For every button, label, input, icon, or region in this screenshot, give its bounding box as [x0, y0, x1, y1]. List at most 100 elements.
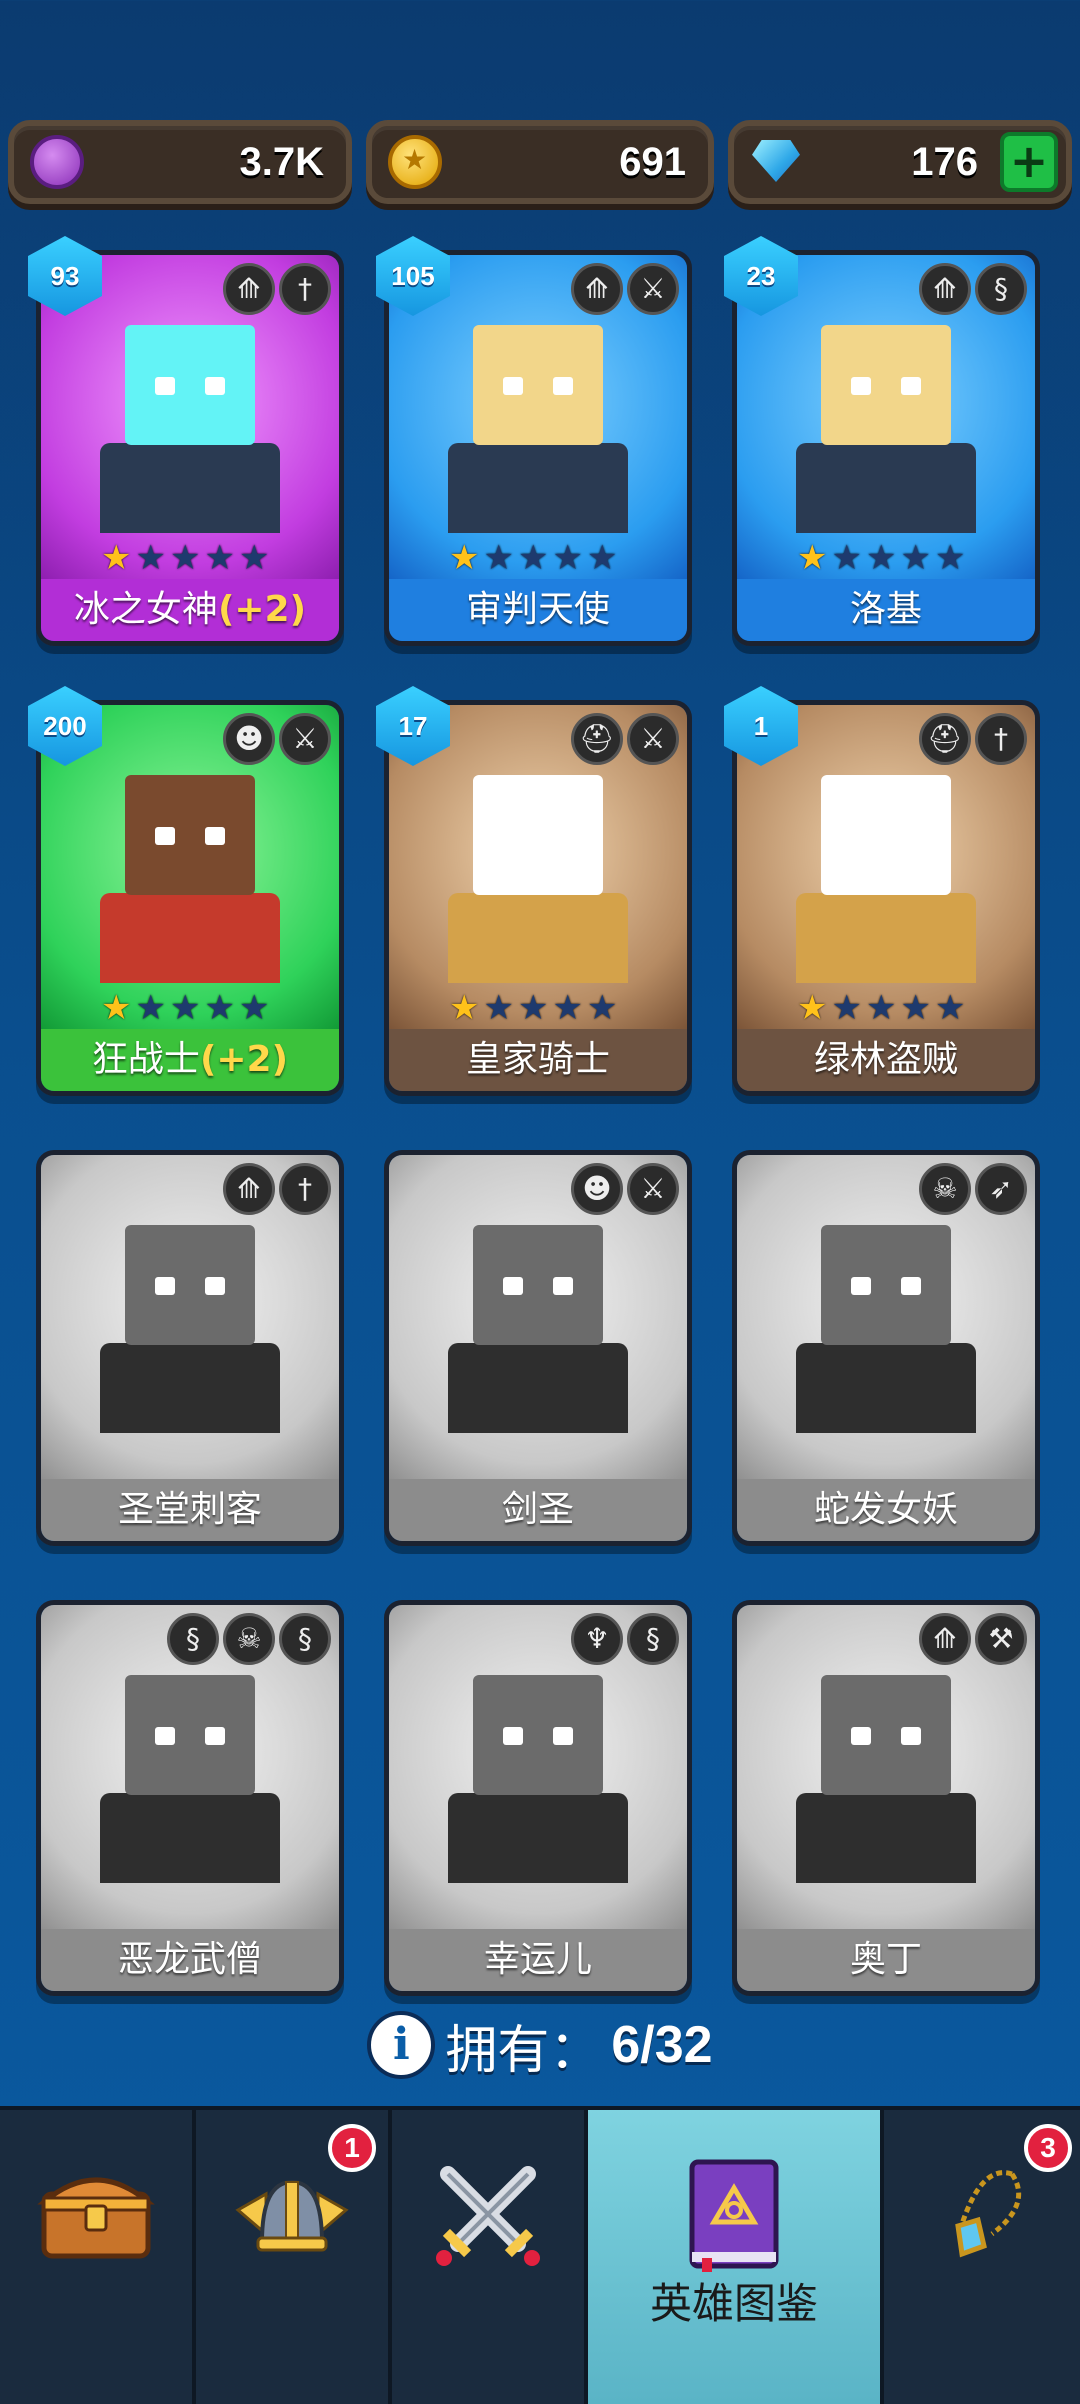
- hero-figure: [438, 325, 638, 545]
- hero-body: [448, 443, 628, 533]
- hero-head: [473, 325, 603, 445]
- trait-icons: ⛑ †: [919, 713, 1027, 765]
- hero-card[interactable]: ⛑ † ★ ★ ★ ★ ★ 绿林盗贼: [732, 700, 1040, 1096]
- hero-name: 圣堂刺客: [41, 1479, 339, 1541]
- dragon-icon: §: [975, 263, 1027, 315]
- owned-counter: i 拥有： 6/32: [0, 2005, 1080, 2085]
- star-icon: ★: [586, 538, 618, 578]
- hero-head: [125, 1675, 255, 1795]
- hero-card[interactable]: ⟰ † 圣堂刺客: [36, 1150, 344, 1546]
- hero-card[interactable]: § ☠ § 恶龙武僧: [36, 1600, 344, 1996]
- hero-head: [821, 1675, 951, 1795]
- star-icon: ★: [900, 988, 931, 1028]
- hero-card[interactable]: ☠ ➶ 蛇发女妖: [732, 1150, 1040, 1546]
- trait-icons: ♆ §: [571, 1613, 679, 1665]
- star-icon: ★: [169, 538, 201, 578]
- star-icon: ★: [101, 988, 132, 1028]
- dragon-icon: §: [279, 1613, 331, 1665]
- bow-icon: ➶: [975, 1163, 1027, 1215]
- nav-chest[interactable]: [0, 2110, 196, 2404]
- hero-name-text: 冰之女神: [73, 589, 218, 630]
- hero-eye: [503, 377, 523, 395]
- hero-head: [821, 325, 951, 445]
- hero-card[interactable]: ⛑ ⚔ ★ ★ ★ ★ ★ 皇家骑士: [384, 700, 692, 1096]
- dragon-icon: §: [627, 1613, 679, 1665]
- diamond-icon: [752, 140, 800, 182]
- wings-icon: ⟰: [223, 1163, 275, 1215]
- dagger-icon: †: [975, 713, 1027, 765]
- star-icon: ★: [169, 988, 201, 1028]
- purple-coin-icon: [30, 135, 84, 189]
- nav-amulet[interactable]: 3: [884, 2110, 1080, 2404]
- spellbook-icon: [689, 2159, 779, 2272]
- hero-bonus: (+2): [199, 1039, 289, 1080]
- star-rating: ★ ★ ★ ★ ★: [449, 541, 617, 575]
- hero-name: 奥丁: [737, 1929, 1035, 1991]
- hero-body: [100, 893, 280, 983]
- winged-helmet-icon: [235, 2179, 349, 2252]
- nav-hero-guide[interactable]: 英雄图鉴: [588, 2110, 884, 2404]
- hero-card[interactable]: ☻ ⚔ 剑圣: [384, 1150, 692, 1546]
- trait-icons: ⟰ ⚒: [919, 1613, 1027, 1665]
- nav-battle[interactable]: [392, 2110, 588, 2404]
- treasure-chest-icon: [37, 2177, 155, 2259]
- hero-figure: [90, 775, 290, 995]
- purple-coin-counter: 3.7K: [8, 120, 352, 204]
- add-diamonds-button[interactable]: +: [1000, 132, 1058, 192]
- sword-icon: ⚔: [279, 713, 331, 765]
- hero-body: [448, 1793, 628, 1883]
- star-icon: ★: [238, 988, 270, 1028]
- hero-name-text: 圣堂刺客: [117, 1489, 262, 1530]
- hero-head: [125, 775, 255, 895]
- hero-body: [796, 1343, 976, 1433]
- hero-eye: [553, 377, 573, 395]
- helmet-icon: ⛑: [571, 713, 623, 765]
- hero-eye: [155, 1277, 175, 1295]
- hero-name: 恶龙武僧: [41, 1929, 339, 1991]
- star-icon: ★: [831, 988, 862, 1028]
- info-icon[interactable]: i: [367, 2011, 436, 2079]
- hero-eye: [851, 827, 871, 845]
- star-icon: ★: [865, 538, 897, 578]
- hero-eye: [901, 1277, 921, 1295]
- hero-eye: [553, 827, 573, 845]
- elf-icon: ♆: [571, 1613, 623, 1665]
- heroes-badge: 1: [328, 2124, 376, 2172]
- hero-card[interactable]: ☻ ⚔ ★ ★ ★ ★ ★ 狂战士(+2): [36, 700, 344, 1096]
- hero-body: [448, 1343, 628, 1433]
- hero-eye: [503, 1277, 523, 1295]
- nav-hero-guide-label: 英雄图鉴: [649, 2279, 818, 2328]
- hero-name: 剑圣: [389, 1479, 687, 1541]
- hero-card[interactable]: ⟰ § ★ ★ ★ ★ ★ 洛基: [732, 250, 1040, 646]
- hero-head: [473, 1225, 603, 1345]
- hero-eye: [205, 1277, 225, 1295]
- star-icon: ★: [483, 538, 514, 578]
- star-icon: ★: [797, 538, 828, 578]
- star-icon: ★: [238, 538, 270, 578]
- hero-eye: [155, 377, 175, 395]
- hero-card[interactable]: ⟰ † ★ ★ ★ ★ ★ 冰之女神(+2): [36, 250, 344, 646]
- star-icon: ★: [135, 988, 166, 1028]
- nav-heroes[interactable]: 1: [196, 2110, 392, 2404]
- hero-card[interactable]: ⟰ ⚒ 奥丁: [732, 1600, 1040, 1996]
- dragon-icon: §: [167, 1613, 219, 1665]
- hero-card[interactable]: ⟰ ⚔ ★ ★ ★ ★ ★ 审判天使: [384, 250, 692, 646]
- skull-icon: ☠: [919, 1163, 971, 1215]
- hero-body: [796, 443, 976, 533]
- hero-figure: [786, 775, 986, 995]
- hero-name: 审判天使: [389, 579, 687, 641]
- hero-card[interactable]: ♆ § 幸运儿: [384, 1600, 692, 1996]
- orc-icon: ☻: [571, 1163, 623, 1215]
- gold-coin-icon: [388, 135, 442, 189]
- purple-coin-value: 3.7K: [239, 139, 325, 184]
- hero-eye: [205, 377, 225, 395]
- hero-name: 皇家骑士: [389, 1029, 687, 1091]
- hero-name: 蛇发女妖: [737, 1479, 1035, 1541]
- hero-figure: [438, 775, 638, 995]
- dagger-icon: †: [279, 1163, 331, 1215]
- hero-name: 冰之女神(+2): [41, 579, 339, 641]
- trait-icons: ⟰ †: [223, 1163, 331, 1215]
- hero-eye: [553, 1277, 573, 1295]
- hero-name-text: 奥丁: [849, 1939, 922, 1980]
- hero-head: [821, 1225, 951, 1345]
